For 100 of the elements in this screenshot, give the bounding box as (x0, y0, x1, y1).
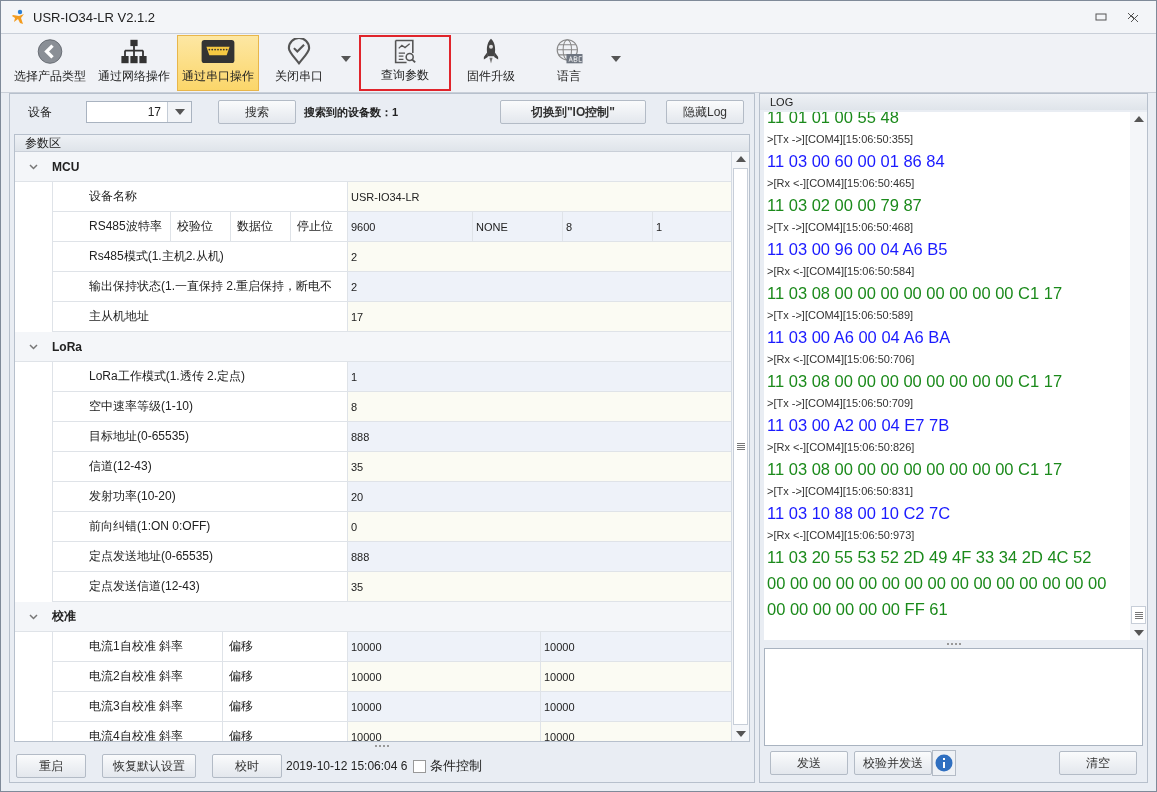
parameter-value[interactable]: 10000 (541, 662, 731, 691)
parameter-value[interactable]: 1 (348, 362, 731, 391)
location-check-icon (285, 38, 313, 65)
parameter-label: 定点发送地址(0-65535) (88, 548, 215, 565)
parameter-value[interactable]: 888 (348, 422, 731, 451)
dropdown-caret-icon[interactable] (174, 109, 185, 115)
log-header: LOG (760, 94, 1147, 110)
device-count-text: 搜索到的设备数：1 (304, 104, 399, 120)
parameter-value[interactable]: 10000 (541, 722, 731, 741)
scroll-down-icon[interactable] (1133, 630, 1144, 636)
send-input-field[interactable] (764, 648, 1143, 746)
parameter-label: 偏移 (228, 698, 254, 715)
parameter-label: 目标地址(0-65535) (88, 428, 191, 445)
parameter-value[interactable]: 2 (348, 242, 731, 271)
log-data-line: 11 03 00 A2 00 04 E7 7B (767, 415, 951, 436)
toolbar-button[interactable]: 通过网络操作 (93, 35, 175, 91)
scroll-up-icon[interactable] (735, 156, 746, 162)
parameter-value[interactable]: 17 (348, 302, 731, 331)
log-data-line: 00 00 00 00 00 00 00 00 00 00 00 00 00 00 00 (767, 573, 1108, 594)
log-data-line: 11 03 00 60 00 01 86 84 (767, 151, 946, 172)
scrollbar[interactable] (732, 152, 749, 741)
chevron-icon[interactable] (29, 613, 38, 620)
group-header[interactable]: MCU (15, 152, 731, 182)
toolbar-button[interactable]: 固件升级 (453, 35, 529, 91)
window-title: USR-IO34-LR V2.1.2 (33, 9, 157, 25)
chevron-icon[interactable] (29, 163, 38, 170)
group-title: 校准 (52, 608, 76, 625)
search-button[interactable]: 搜索 (218, 100, 296, 124)
log-data-line: 11 03 02 00 00 79 87 (767, 195, 923, 216)
info-button[interactable] (932, 750, 956, 776)
network-icon (119, 38, 149, 65)
log-data-line: 11 03 00 A6 00 04 A6 BA (767, 327, 952, 348)
dropdown-button[interactable] (167, 102, 191, 122)
clear-button[interactable]: 清空 (1059, 751, 1137, 775)
group-header[interactable]: LoRa (15, 332, 731, 362)
action-button[interactable]: 恢复默认设置 (102, 754, 196, 778)
grip-lines-icon (1134, 611, 1143, 619)
log-data-line: 11 03 08 00 00 00 00 00 00 00 00 C1 17 (767, 283, 1064, 304)
parameter-value[interactable]: 35 (348, 572, 731, 601)
parameter-value[interactable]: NONE (473, 212, 563, 241)
toolbar-button[interactable]: 语言 (531, 35, 607, 91)
parameter-label: 信道(12-43) (88, 458, 153, 475)
parameter-label: Rs485模式(1.主机2.从机) (88, 248, 225, 265)
parameter-value[interactable]: 2 (348, 272, 731, 301)
parameter-label: 数据位 (231, 212, 291, 241)
toolbar-button[interactable]: 关闭串口 (261, 35, 337, 91)
scroll-up-icon[interactable] (1133, 116, 1144, 122)
parameter-label: LoRa工作模式(1.透传 2.定点) (88, 368, 247, 385)
condition-checkbox[interactable]: 条件控制 (413, 757, 483, 775)
toolbar-button[interactable]: 查询参数 (359, 35, 451, 91)
close-icon (1127, 12, 1139, 22)
log-header-line: >[Tx ->][COM4][15:06:50:468] (767, 220, 915, 235)
toolbar-button[interactable]: 选择产品类型 (9, 35, 91, 91)
parameter-label: 偏移 (228, 638, 254, 655)
parameter-value[interactable]: 10000 (348, 632, 541, 661)
action-button[interactable]: 重启 (16, 754, 86, 778)
log-data-line: 11 03 10 88 00 10 C2 7C (767, 503, 952, 524)
action-button[interactable]: 校时 (212, 754, 282, 778)
parameter-label: RS485波特率 (53, 212, 171, 241)
parameter-value[interactable]: 10000 (541, 632, 731, 661)
parameter-label: 偏移 (228, 668, 254, 685)
dropdown-caret-icon[interactable] (341, 56, 351, 62)
parameter-value[interactable]: 20 (348, 482, 731, 511)
log-header-line: >[Rx <-][COM4][15:06:50:584] (767, 264, 916, 279)
send-button[interactable]: 发送 (770, 751, 848, 775)
dropdown-caret-icon[interactable] (611, 56, 621, 62)
parameter-label: 偏移 (228, 728, 254, 741)
scrollbar[interactable] (1130, 112, 1147, 640)
log-header-line: >[Rx <-][COM4][15:06:50:973] (767, 528, 916, 543)
parameter-value[interactable]: USR-IO34-LR (348, 182, 731, 211)
parameter-label: 设备名称 (88, 188, 138, 205)
parameter-label: 电流1自校准 斜率 (53, 632, 223, 661)
parameter-value[interactable]: 8 (348, 392, 731, 421)
log-header-line: >[Tx ->][COM4][15:06:50:589] (767, 308, 915, 323)
parameter-value[interactable]: 9600 (348, 212, 473, 241)
parameter-label: 空中速率等级(1-10) (88, 398, 194, 415)
grip-lines-icon (736, 443, 745, 450)
parameter-value[interactable]: 10000 (541, 692, 731, 721)
hide-log-button[interactable]: 隐藏Log (665, 100, 744, 124)
parameter-label: 主从机地址 (88, 308, 150, 325)
parameter-value[interactable]: 888 (348, 542, 731, 571)
group-header[interactable]: 校准 (15, 602, 731, 632)
log-header-line: >[Tx ->][COM4][15:06:50:355] (767, 132, 915, 147)
parameter-value[interactable]: 0 (348, 512, 731, 541)
switch-mode-button[interactable]: 切换到"IO控制" (499, 100, 646, 124)
device-combobox[interactable]: 17 (86, 101, 192, 123)
parameter-value[interactable]: 10000 (348, 692, 541, 721)
toolbar-button[interactable]: 通过串口操作 (177, 35, 259, 91)
parameter-value[interactable]: 1 (653, 212, 731, 241)
parameter-value[interactable]: 35 (348, 452, 731, 481)
parameter-value[interactable]: 8 (563, 212, 653, 241)
log-header-line: >[Rx <-][COM4][15:06:50:465] (767, 176, 916, 191)
log-header-line: >[Rx <-][COM4][15:06:50:826] (767, 440, 916, 455)
chevron-icon[interactable] (29, 343, 38, 350)
parameter-value[interactable]: 10000 (348, 662, 541, 691)
parameter-label: 电流4自校准 斜率 (53, 722, 223, 741)
checksum-send-button[interactable]: 校验并发送 (854, 751, 932, 775)
group-title: MCU (52, 159, 80, 174)
scroll-down-icon[interactable] (735, 731, 746, 737)
info-icon (935, 754, 953, 772)
